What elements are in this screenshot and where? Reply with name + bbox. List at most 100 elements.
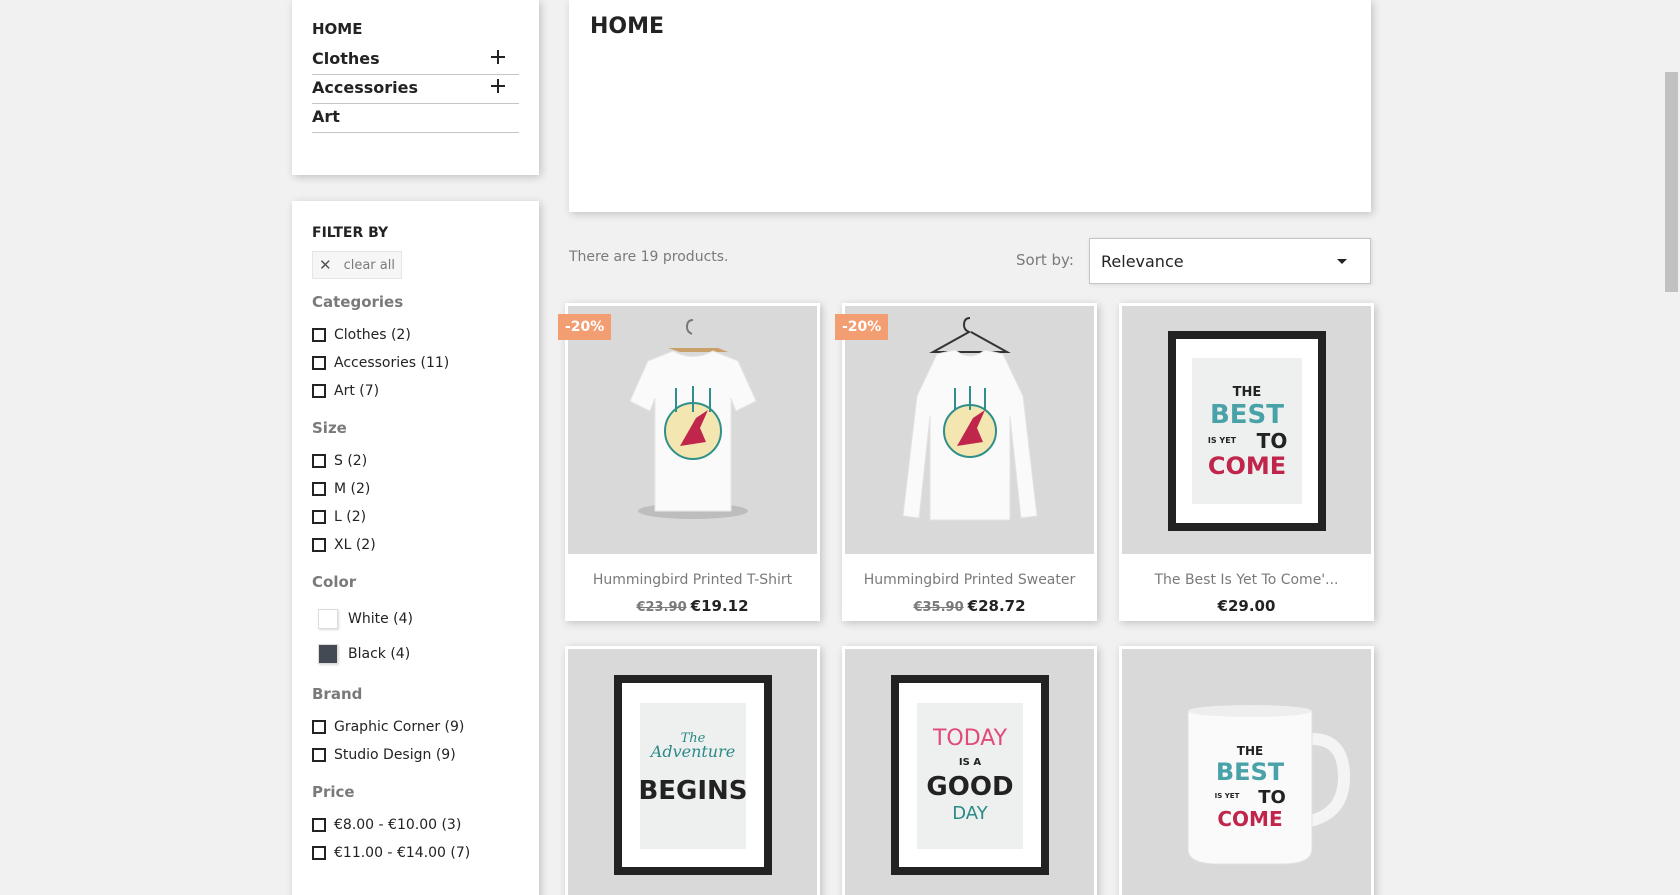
product-card[interactable]: -20% Hummingbird Printed Sweater €35.90 €… — [835, 303, 1097, 621]
category-item-clothes[interactable]: Clothes — [312, 46, 519, 75]
facet-option-label[interactable]: Accessories (11) — [334, 355, 449, 371]
checkbox[interactable] — [312, 454, 326, 468]
product-card[interactable]: -20% Hummingbird Printed T-Shirt €23.90 €… — [558, 303, 820, 621]
category-item-accessories[interactable]: Accessories — [312, 75, 519, 104]
facet-option[interactable]: S (2) — [312, 447, 519, 475]
checkbox[interactable] — [312, 384, 326, 398]
sale-price: €28.72 — [967, 597, 1026, 615]
checkbox[interactable] — [312, 720, 326, 734]
checkbox[interactable] — [312, 538, 326, 552]
discount-badge: -20% — [558, 314, 612, 340]
discount-badge: -20% — [835, 314, 889, 340]
facet-price: Price €8.00 - €10.00 (3) €11.00 - €14.00… — [312, 783, 519, 867]
product-name[interactable]: Hummingbird Printed Sweater — [842, 572, 1097, 588]
facet-option[interactable]: €8.00 - €10.00 (3) — [312, 811, 519, 839]
facet-option[interactable]: L (2) — [312, 503, 519, 531]
facet-option[interactable]: XL (2) — [312, 531, 519, 559]
facet-option-label[interactable]: €11.00 - €14.00 (7) — [334, 845, 470, 861]
product-image[interactable] — [845, 306, 1094, 554]
category-item-art[interactable]: Art — [312, 104, 519, 133]
product-card[interactable]: THE BEST IS YET TO COME The Best Is Yet … — [1119, 303, 1374, 621]
clear-all-button[interactable]: ✕ clear all — [312, 251, 402, 279]
facet-option-label[interactable]: L (2) — [334, 509, 366, 525]
sort-value: Relevance — [1101, 251, 1184, 271]
product-image[interactable]: TODAY IS A GOOD DAY — [845, 649, 1094, 895]
product-card[interactable]: The Adventure BEGINS — [565, 646, 820, 895]
color-option-black[interactable]: Black (4) — [312, 636, 519, 671]
facet-title: Price — [312, 783, 355, 801]
facet-option-label[interactable]: Clothes (2) — [334, 327, 411, 343]
facet-title: Brand — [312, 685, 363, 703]
facet-option[interactable]: M (2) — [312, 475, 519, 503]
checkbox[interactable] — [312, 846, 326, 860]
svg-text:BEGINS: BEGINS — [638, 776, 747, 806]
regular-price: €23.90 — [636, 600, 687, 615]
product-card[interactable]: THE BEST IS YET TO COME — [1119, 646, 1374, 895]
category-home-link[interactable]: HOME — [312, 20, 519, 38]
checkbox[interactable] — [312, 482, 326, 496]
facet-option[interactable]: €11.00 - €14.00 (7) — [312, 839, 519, 867]
product-card[interactable]: TODAY IS A GOOD DAY — [842, 646, 1097, 895]
product-image[interactable]: THE BEST IS YET TO COME — [1122, 306, 1371, 554]
sort-label: Sort by: — [1016, 251, 1074, 269]
expand-plus-icon[interactable] — [491, 50, 505, 64]
facet-option-label[interactable]: XL (2) — [334, 537, 376, 553]
framed-poster-image: THE BEST IS YET TO COME — [1168, 331, 1326, 531]
regular-price: €35.90 — [913, 600, 964, 615]
framed-poster-image: The Adventure BEGINS — [614, 675, 772, 875]
facet-option[interactable]: Accessories (11) — [312, 349, 519, 377]
color-swatch-black[interactable] — [318, 643, 338, 664]
product-image[interactable]: THE BEST IS YET TO COME — [1122, 649, 1371, 895]
sweater-image — [902, 317, 1038, 521]
facet-brand: Brand Graphic Corner (9) Studio Design (… — [312, 685, 519, 769]
product-name[interactable]: Hummingbird Printed T-Shirt — [565, 572, 820, 588]
product-name[interactable]: The Best Is Yet To Come'... — [1119, 572, 1374, 588]
svg-text:DAY: DAY — [952, 803, 988, 824]
category-label[interactable]: Clothes — [312, 49, 380, 68]
facet-title: Categories — [312, 293, 404, 311]
product-image[interactable]: The Adventure BEGINS — [568, 649, 817, 895]
facet-option[interactable]: Clothes (2) — [312, 321, 519, 349]
facet-option-label[interactable]: S (2) — [334, 453, 367, 469]
facet-option-label[interactable]: M (2) — [334, 481, 370, 497]
filter-panel: FILTER BY ✕ clear all Categories Clothes… — [292, 201, 539, 895]
svg-text:THE: THE — [1237, 744, 1263, 758]
sale-price: €19.12 — [690, 597, 749, 615]
category-label[interactable]: Art — [312, 107, 340, 126]
framed-poster-image: TODAY IS A GOOD DAY — [891, 675, 1049, 875]
facet-option[interactable]: Art (7) — [312, 377, 519, 405]
sort-dropdown[interactable]: Relevance — [1089, 238, 1371, 284]
color-option-white[interactable]: White (4) — [312, 601, 519, 636]
svg-text:IS YET: IS YET — [1208, 436, 1237, 445]
facet-option-label[interactable]: Studio Design (9) — [334, 747, 456, 763]
expand-plus-icon[interactable] — [491, 79, 505, 93]
scrollbar-thumb[interactable] — [1665, 72, 1678, 292]
color-swatch-white[interactable] — [318, 608, 338, 629]
product-count: There are 19 products. — [569, 249, 729, 265]
tshirt-image — [629, 319, 757, 519]
category-label[interactable]: Accessories — [312, 78, 418, 97]
facet-option-label[interactable]: €8.00 - €10.00 (3) — [334, 817, 461, 833]
checkbox[interactable] — [312, 748, 326, 762]
page-scrollbar[interactable] — [1663, 0, 1680, 895]
svg-text:BEST: BEST — [1210, 400, 1284, 430]
checkbox[interactable] — [312, 818, 326, 832]
facet-option-label[interactable]: Art (7) — [334, 383, 379, 399]
page-title: HOME — [590, 14, 665, 39]
facet-option-label[interactable]: Graphic Corner (9) — [334, 719, 464, 735]
facet-option[interactable]: Studio Design (9) — [312, 741, 519, 769]
facet-option[interactable]: Graphic Corner (9) — [312, 713, 519, 741]
close-icon: ✕ — [319, 256, 332, 274]
product-image[interactable] — [568, 306, 817, 554]
svg-text:TO: TO — [1258, 787, 1286, 808]
product-price: €35.90 €28.72 — [842, 597, 1097, 615]
svg-text:COME: COME — [1208, 452, 1286, 480]
product-price: €29.00 — [1119, 597, 1374, 615]
facet-option-label[interactable]: Black (4) — [348, 646, 410, 662]
facet-option-label[interactable]: White (4) — [348, 611, 413, 627]
checkbox[interactable] — [312, 510, 326, 524]
checkbox[interactable] — [312, 356, 326, 370]
svg-text:TO: TO — [1257, 429, 1288, 453]
checkbox[interactable] — [312, 328, 326, 342]
svg-text:GOOD: GOOD — [926, 772, 1013, 802]
